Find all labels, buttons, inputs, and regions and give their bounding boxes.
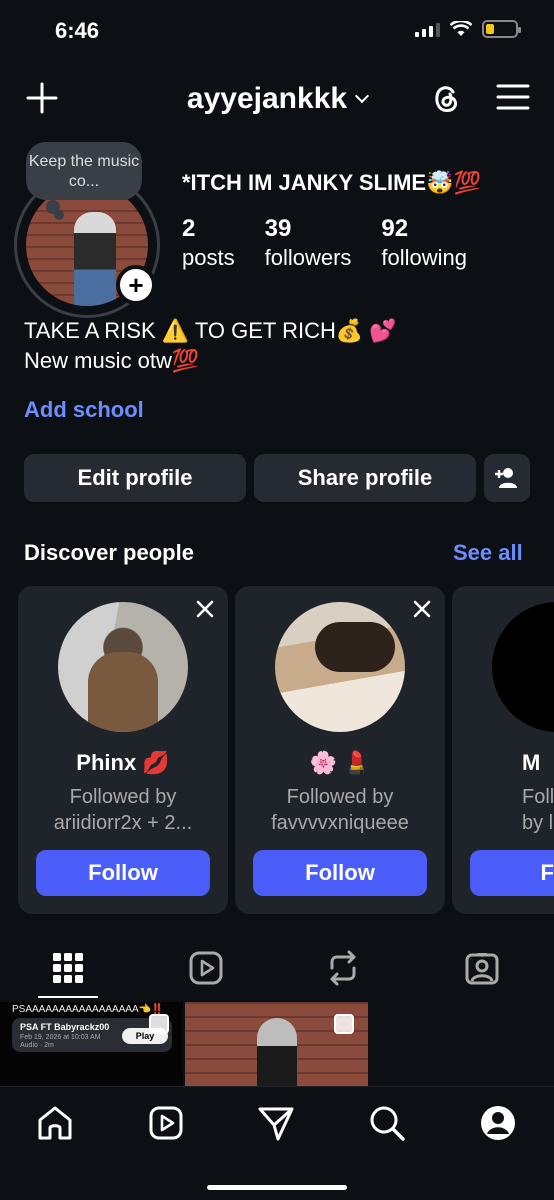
suggestion-avatar[interactable] [275,602,405,732]
suggestion-avatar[interactable] [492,602,554,732]
username: ayyejankkk [186,82,348,115]
repost-icon[interactable] [323,948,363,988]
suggestion-name: 🌸 💄 [309,750,371,775]
grid-icon[interactable] [48,948,88,988]
stat-value: 2 [182,215,196,242]
audio-date: Feb 19, 2026 at 10:03 AM [20,1034,101,1041]
home-indicator [207,1185,347,1190]
suggestion-card[interactable]: M Follo by liilr Fol [452,586,554,914]
stat-value: 39 [264,215,292,242]
status-icons [415,20,521,38]
add-person-icon [495,468,517,488]
post-thumbnail[interactable]: PSAAAAAAAAAAAAAAAAA👈‼️ PSA FT Babyrackz0… [0,1002,183,1086]
share-profile-button[interactable]: Share profile [254,454,476,502]
signal-icon [415,21,440,37]
audio-title: PSA FT Babyrackz00 [20,1022,110,1032]
reels-icon[interactable] [146,1103,186,1143]
post-thumbnail[interactable] [185,1002,368,1086]
threads-icon[interactable] [428,80,464,116]
follow-button[interactable]: Follow [253,850,427,896]
discover-people-button[interactable] [484,454,530,502]
suggestion-card[interactable]: Phinx 💋 Followed by ariidiorr2x + 2... F… [18,586,228,914]
suggestion-name: M [522,750,541,775]
post-caption: PSAAAAAAAAAAAAAAAAA👈‼️ [12,1004,164,1015]
home-icon[interactable] [35,1103,75,1143]
close-icon[interactable] [196,600,214,618]
stat-followers[interactable]: 39 followers [265,214,352,272]
suggestion-card[interactable]: 🌸 💄 Followed by favvvvxniqueee Follow [235,586,445,914]
menu-icon[interactable] [496,82,530,112]
suggestion-name: Phinx 💋 [76,750,170,775]
stat-posts[interactable]: 2 posts [182,214,235,272]
see-all-link[interactable]: See all [453,540,523,566]
stat-following[interactable]: 92 following [381,214,467,272]
profile-header: ayyejankkk [0,70,554,130]
stat-label: following [381,245,468,270]
stat-value: 92 [381,215,409,242]
display-name: *ITCH IM JANKY SLIME🤯💯 [182,170,481,195]
search-icon[interactable] [367,1103,407,1143]
follow-button[interactable]: Follow [36,850,210,896]
bio: TAKE A RISK ⚠️ TO GET RICH💰 💕 New music … [24,316,397,376]
add-school-link[interactable]: Add school [24,397,144,423]
add-story-button[interactable]: + [116,265,156,305]
suggestion-avatar[interactable] [58,602,188,732]
username-switcher[interactable]: ayyejankkk [0,82,554,116]
carousel-icon [149,1014,169,1034]
profile-actions: Edit profile Share profile [24,454,530,502]
close-icon[interactable] [413,600,431,618]
stat-label: posts [182,245,235,270]
bio-line: TAKE A RISK ⚠️ TO GET RICH💰 💕 [24,318,397,343]
active-tab-indicator [38,996,98,998]
carousel-icon [334,1014,354,1034]
edit-profile-button[interactable]: Edit profile [24,454,246,502]
suggestion-subtitle: Followed by favvvvxniqueee [271,786,409,834]
stat-label: followers [264,245,352,270]
battery-icon [482,20,521,38]
reels-icon[interactable] [186,948,226,988]
status-time: 6:46 [55,18,100,43]
send-icon[interactable] [256,1103,296,1143]
suggestion-subtitle: Followed by ariidiorr2x + 2... [53,786,193,834]
status-bar: 6:46 [0,0,554,64]
tagged-icon[interactable] [462,948,502,988]
wifi-icon [450,21,472,36]
follow-button[interactable]: Fol [470,850,554,896]
audio-length: Audio · 2m [20,1042,54,1049]
suggestion-subtitle: Follo by liilr [522,786,554,834]
chevron-down-icon [354,88,370,104]
profile-stats: 2 posts 39 followers 92 following [182,214,497,272]
profile-icon[interactable] [478,1103,518,1143]
bottom-nav [0,1086,554,1200]
note-bubble[interactable]: Keep the music co... [26,142,142,200]
bio-line: New music otw💯 [24,348,200,373]
content-tabs [0,940,554,1000]
discover-title: Discover people [24,540,194,565]
audio-card: PSA FT Babyrackz00 Feb 19, 2026 at 10:03… [12,1018,172,1052]
